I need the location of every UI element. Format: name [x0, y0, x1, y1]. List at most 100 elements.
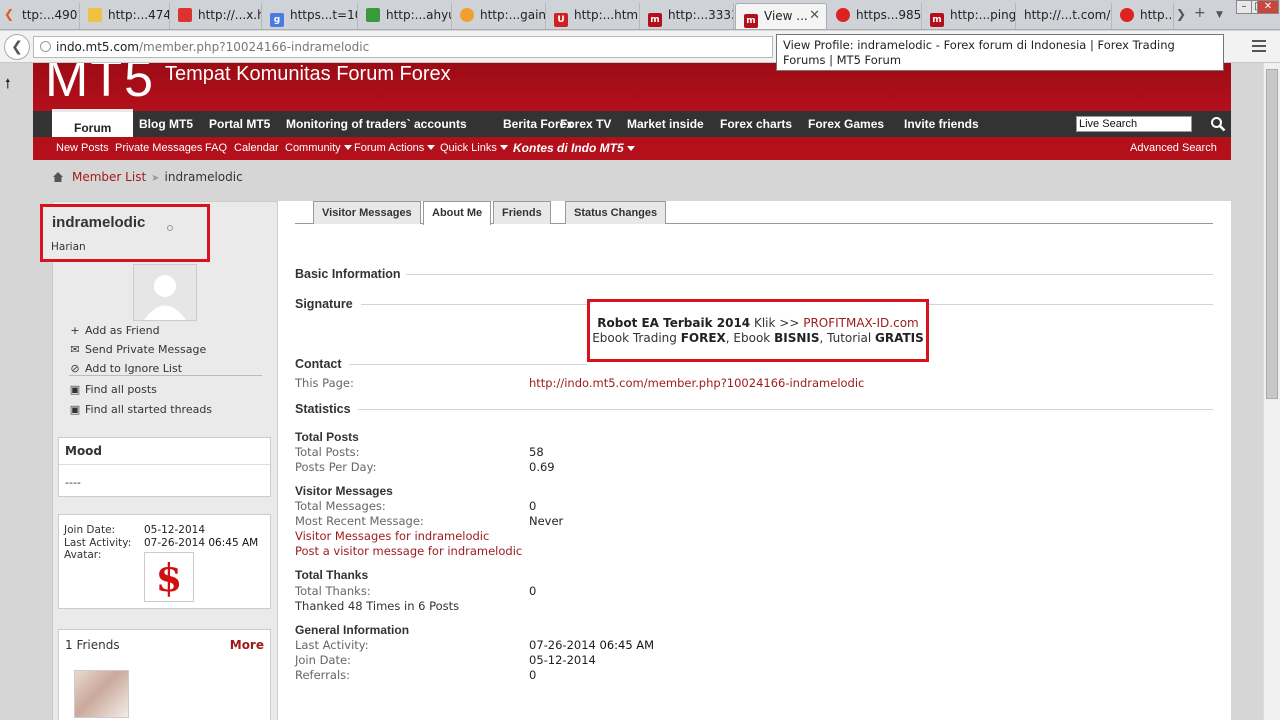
avatar-label: Avatar: [64, 549, 102, 561]
subnav-faq[interactable]: FAQ [205, 142, 227, 154]
browser-tab[interactable]: m http:...ping [922, 3, 1016, 29]
nav-invite-friends[interactable]: Invite friends [904, 117, 979, 131]
new-tab-icon[interactable]: + [1194, 5, 1206, 21]
browser-tab[interactable]: http:...ahyu [358, 3, 452, 29]
subnav-calendar[interactable]: Calendar [234, 142, 279, 154]
divider [349, 364, 587, 365]
subnav-private-messages[interactable]: Private Messages [115, 142, 202, 154]
browser-tabstrip: ❮ ttp:...4901 http:...474a http://...x.h… [0, 0, 1280, 30]
tab-status-changes[interactable]: Status Changes [565, 201, 667, 224]
posts-icon: ▣ [69, 383, 81, 396]
last-activity-label: Last Activity: [64, 537, 132, 549]
caret-down-icon [626, 146, 635, 151]
subnav-forum-actions[interactable]: Forum Actions [354, 142, 436, 154]
send-pm-link[interactable]: ✉ Send Private Message [69, 343, 206, 356]
subnav-kontes[interactable]: Kontes di Indo MT5 [513, 141, 635, 155]
divider [406, 274, 1213, 275]
friends-block: 1 Friends More [58, 629, 271, 720]
subnav-quick-links[interactable]: Quick Links [440, 142, 508, 154]
offline-status-icon [167, 225, 173, 231]
site-logo[interactable]: MT5 [45, 63, 155, 109]
mood-value: ---- [65, 476, 81, 489]
avatar [133, 264, 197, 321]
ignore-link[interactable]: ⊘ Add to Ignore List [69, 362, 182, 375]
browser-tab[interactable]: Uhttp:...html [546, 3, 640, 29]
url-input[interactable]: indo.mt5.com/member.php?10024166-indrame… [33, 36, 773, 58]
referrals-label: Referrals: [295, 668, 351, 682]
this-page-link[interactable]: http://indo.mt5.com/member.php?10024166-… [529, 376, 864, 390]
site-tagline: Tempat Komunitas Forum Forex [165, 63, 451, 85]
browser-tab[interactable]: http... [1112, 3, 1174, 29]
profile-username: indramelodic [52, 214, 146, 231]
visitor-messages-heading: Visitor Messages [295, 484, 393, 498]
subnav-new-posts[interactable]: New Posts [56, 142, 109, 154]
scroll-top-arrow-icon[interactable]: 🠕 [5, 75, 11, 97]
browser-tab[interactable]: http://...x.html [170, 3, 262, 29]
search-icon[interactable] [1210, 116, 1226, 132]
live-search-input[interactable] [1076, 116, 1192, 132]
mood-title: Mood [65, 444, 103, 458]
breadcrumb: Member List ➤ indramelodic [52, 170, 243, 184]
friend-avatar[interactable] [74, 670, 129, 718]
friends-more-link[interactable]: More [230, 638, 264, 652]
mt5-favicon-icon: m [648, 13, 662, 27]
nav-blog[interactable]: Blog MT5 [139, 117, 193, 131]
back-arrow-icon[interactable]: ❮ [4, 34, 30, 60]
home-icon[interactable] [52, 171, 64, 183]
browser-tab[interactable]: http:...474a [80, 3, 170, 29]
chevron-down-icon[interactable]: ▼ [1216, 10, 1223, 20]
menu-icon[interactable] [1252, 40, 1266, 52]
browser-tab[interactable]: m http:...3333 [640, 3, 734, 29]
browser-tab[interactable]: g https...t=10 [262, 3, 358, 29]
post-visitor-message-link[interactable]: Post a visitor message for indramelodic [295, 544, 522, 558]
find-threads-link[interactable]: ▣ Find all started threads [69, 403, 212, 416]
favicon-icon [178, 8, 192, 22]
this-page-label: This Page: [295, 376, 354, 390]
browser-tab[interactable]: http://...t.com/ [1016, 3, 1112, 29]
tab-about-me[interactable]: About Me [423, 201, 492, 225]
breadcrumb-current: indramelodic [164, 170, 243, 184]
minimize-icon[interactable]: – [1236, 0, 1252, 14]
close-window-icon[interactable]: ✕ [1257, 0, 1279, 14]
close-tab-icon[interactable]: ✕ [809, 8, 820, 23]
browser-tab-active[interactable]: m View ... ✕ [735, 3, 827, 29]
breadcrumb-member-list[interactable]: Member List [72, 170, 146, 184]
find-posts-link[interactable]: ▣ Find all posts [69, 383, 157, 396]
subnav-community[interactable]: Community [285, 142, 352, 154]
default-avatar-icon [134, 265, 196, 320]
add-friend-link[interactable]: + Add as Friend [69, 324, 159, 337]
nav-forex-charts[interactable]: Forex charts [720, 117, 792, 131]
main-nav: Forum Blog MT5 Portal MT5 Monitoring of … [33, 109, 1231, 137]
signature-link[interactable]: PROFITMAX-ID.com [803, 316, 919, 330]
tab-visitor-messages[interactable]: Visitor Messages [313, 201, 421, 224]
tab-scroll-left-icon[interactable]: ❮ [4, 7, 14, 21]
nav-forex-tv[interactable]: Forex TV [560, 117, 611, 131]
visitor-messages-link[interactable]: Visitor Messages for indramelodic [295, 529, 489, 543]
scrollbar-thumb[interactable] [1266, 69, 1278, 399]
advanced-search-link[interactable]: Advanced Search [1130, 142, 1217, 154]
browser-tab[interactable]: ttp:...4901 [14, 3, 80, 29]
favicon-icon [88, 8, 102, 22]
recent-message-label: Most Recent Message: [295, 514, 424, 528]
gen-last-activity-label: Last Activity: [295, 638, 369, 652]
referrals-value: 0 [529, 668, 537, 682]
left-margin: 🠕 [0, 63, 24, 720]
tab-friends[interactable]: Friends [493, 201, 551, 224]
gen-join-value: 05-12-2014 [529, 653, 596, 667]
page-scrollbar[interactable] [1263, 63, 1280, 720]
favicon-icon [460, 8, 474, 22]
nav-portal[interactable]: Portal MT5 [209, 117, 270, 131]
nav-market-inside[interactable]: Market inside [627, 117, 704, 131]
total-posts-value: 58 [529, 445, 544, 459]
browser-tab[interactable]: https...9851 [828, 3, 922, 29]
divider [59, 464, 270, 465]
nav-forum[interactable]: Forum [52, 109, 134, 137]
total-thanks-heading: Total Thanks [295, 568, 369, 582]
nav-monitoring[interactable]: Monitoring of traders` accounts [286, 117, 467, 131]
total-thanks-value: 0 [529, 584, 537, 598]
gen-join-label: Join Date: [295, 653, 351, 667]
browser-tab[interactable]: http:...gain [452, 3, 546, 29]
caret-down-icon [427, 145, 436, 150]
nav-forex-games[interactable]: Forex Games [808, 117, 884, 131]
tab-scroll-right-icon[interactable]: ❯ [1176, 7, 1186, 21]
